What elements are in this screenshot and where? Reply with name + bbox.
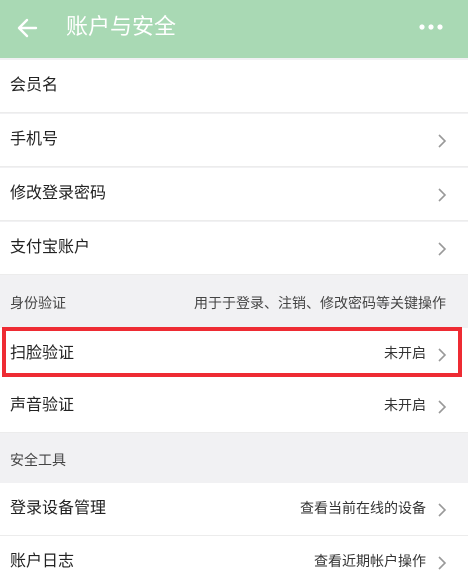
change-password-row[interactable]: 修改登录密码 — [0, 168, 468, 221]
page-title: 账户与安全 — [66, 15, 177, 40]
phone-row[interactable]: 手机号 — [0, 114, 468, 167]
voice-verify-label: 声音验证 — [10, 395, 75, 414]
chevron-right-icon — [438, 134, 447, 148]
back-arrow-icon[interactable] — [16, 14, 40, 42]
chevron-right-icon — [438, 503, 447, 517]
chevron-right-icon — [438, 348, 447, 362]
chevron-right-icon — [438, 188, 447, 202]
member-name-label: 会员名 — [10, 75, 59, 94]
voice-verify-status: 未开启 — [384, 398, 426, 414]
account-log-row[interactable]: 账户日志 查看近期帐户操作 — [0, 536, 468, 583]
alipay-account-label: 支付宝账户 — [10, 237, 91, 256]
identity-section-title: 身份验证 — [10, 296, 66, 312]
voice-verify-row[interactable]: 声音验证 未开启 — [0, 380, 468, 433]
chevron-right-icon — [438, 556, 447, 570]
device-management-label: 登录设备管理 — [10, 498, 107, 517]
face-verify-label: 扫脸验证 — [10, 343, 75, 362]
device-management-row[interactable]: 登录设备管理 查看当前在线的设备 — [0, 483, 468, 536]
identity-section-header: 身份验证 用于于登录、注销、修改密码等关键操作 — [0, 276, 468, 329]
security-tools-section-title: 安全工具 — [10, 453, 66, 469]
account-log-hint: 查看近期帐户操作 — [314, 554, 426, 570]
face-verify-status: 未开启 — [384, 346, 426, 362]
device-management-hint: 查看当前在线的设备 — [300, 501, 426, 517]
more-dots-icon[interactable] — [418, 20, 444, 34]
chevron-right-icon — [438, 400, 447, 414]
account-log-label: 账户日志 — [10, 551, 75, 570]
member-name-row[interactable]: 会员名 — [0, 60, 468, 113]
face-verify-row[interactable]: 扫脸验证 未开启 — [0, 328, 468, 381]
identity-section-note: 用于于登录、注销、修改密码等关键操作 — [194, 296, 446, 312]
top-bar: 账户与安全 — [0, 0, 468, 58]
change-password-label: 修改登录密码 — [10, 183, 107, 202]
chevron-right-icon — [438, 242, 447, 256]
phone-label: 手机号 — [10, 129, 59, 148]
alipay-account-row[interactable]: 支付宝账户 — [0, 222, 468, 275]
security-tools-section-header: 安全工具 — [0, 433, 468, 486]
